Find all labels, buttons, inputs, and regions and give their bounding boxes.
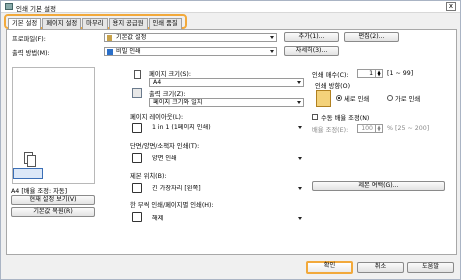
scale-range: % [25 ~ 200] xyxy=(387,125,430,132)
chevron-down-icon xyxy=(270,36,274,39)
title-bar: 인쇄 기본 설정 x xyxy=(1,1,460,13)
tab-basic-settings[interactable]: 기본 설정 xyxy=(8,18,42,29)
page-size-label: 페이지 크기(S): xyxy=(149,71,191,78)
view-settings-button[interactable]: 현재 설정 보기(V) xyxy=(11,195,95,205)
tab-finishing[interactable]: 마무리 xyxy=(82,18,108,29)
page-preview xyxy=(12,67,95,184)
duplex-icon xyxy=(132,153,142,163)
spinner-arrows-icon[interactable]: ▲ ▼ xyxy=(375,125,382,132)
output-size-icon xyxy=(132,88,142,98)
chevron-down-icon xyxy=(298,217,302,220)
layout-1in1-icon xyxy=(132,123,142,133)
binding-margin-button[interactable]: 제본 여백(G)... xyxy=(312,181,445,191)
scale-input[interactable]: 100 ▲ ▼ xyxy=(357,124,383,133)
page-layout-value: 1 in 1 (1페이지 인쇄) xyxy=(152,124,211,131)
collate-value: 해제 xyxy=(152,215,164,222)
tab-bar: 기본 설정 페이지 설정 마무리 용지 공급원 인쇄 품질 xyxy=(4,14,187,29)
add-profile-button[interactable]: 추가(1)... xyxy=(284,32,339,42)
output-size-label: 출력 크기(Z): xyxy=(149,91,186,98)
chevron-down-icon xyxy=(297,81,301,84)
output-size-select[interactable]: 페이지 크기와 일치 xyxy=(149,98,304,107)
output-size-value: 페이지 크기와 일치 xyxy=(153,99,203,106)
copies-value: 1 xyxy=(369,70,373,77)
spinner-arrows-icon[interactable]: ▲ ▼ xyxy=(375,70,382,77)
page-size-icon xyxy=(134,70,141,79)
landscape-label: 가로 인쇄 xyxy=(395,96,421,103)
chevron-down-icon xyxy=(298,126,302,129)
print-preferences-window: 인쇄 기본 설정 x 기본 설정 페이지 설정 마무리 용지 공급원 인쇄 품질… xyxy=(0,0,461,280)
collate-select[interactable]: 해제 xyxy=(149,215,304,224)
profile-icon xyxy=(107,35,112,41)
scale-value: 100 xyxy=(361,125,373,132)
duplex-page-back-icon xyxy=(27,155,36,167)
profile-label: 프로파일(F): xyxy=(12,36,46,43)
help-button[interactable]: 도움말 xyxy=(407,262,454,273)
duplex-label: 단면/양면/소책자 인쇄(T): xyxy=(130,143,200,150)
binding-value: 긴 가장자리 [왼쪽] xyxy=(152,185,201,192)
landscape-radio[interactable] xyxy=(387,95,393,101)
preview-caption: A4 [배율 조정: 자동] xyxy=(11,188,68,195)
tab-page-setup[interactable]: 페이지 설정 xyxy=(42,18,82,29)
chevron-down-icon xyxy=(297,101,301,104)
chevron-down-icon xyxy=(270,50,274,53)
output-details-button[interactable]: 자세히(3)... xyxy=(284,46,339,56)
binding-location-label: 제본 위치(B): xyxy=(130,173,167,180)
tab-paper-source[interactable]: 용지 공급원 xyxy=(108,18,148,29)
output-method-label: 출력 방법(M): xyxy=(12,50,50,57)
scale-label: 배율 조정(E): xyxy=(312,127,349,134)
page-layout-select[interactable]: 1 in 1 (1페이지 인쇄) xyxy=(149,124,304,133)
cancel-button[interactable]: 취소 xyxy=(357,262,404,273)
copies-input[interactable]: 1 ▲ ▼ xyxy=(357,69,383,78)
tab-print-quality[interactable]: 인쇄 품질 xyxy=(148,18,182,29)
collate-label: 한 부씩 인쇄/페이지별 인쇄(H): xyxy=(130,202,214,209)
close-icon[interactable]: x xyxy=(446,2,456,11)
duplex-value: 양면 인쇄 xyxy=(152,155,177,162)
manual-scaling-label: 수동 배율 조정(N) xyxy=(321,115,370,122)
profile-value: 기본값 설정 xyxy=(116,34,147,41)
restore-defaults-button[interactable]: 기본값 복원(R) xyxy=(11,207,95,217)
binding-indicator xyxy=(13,168,43,179)
profile-select[interactable]: 기본값 설정 xyxy=(104,33,277,42)
printer-icon xyxy=(5,3,13,10)
chevron-down-icon xyxy=(298,157,302,160)
binding-select[interactable]: 긴 가장자리 [왼쪽] xyxy=(149,185,304,194)
binding-icon xyxy=(132,183,142,193)
orientation-label: 인쇄 방향(O) xyxy=(315,83,351,90)
copies-label: 인쇄 매수(C): xyxy=(312,72,349,79)
ok-button[interactable]: 확인 xyxy=(306,261,353,274)
portrait-radio[interactable] xyxy=(336,95,342,101)
confidential-print-icon xyxy=(107,49,113,55)
page-layout-label: 페이지 레이아웃(L): xyxy=(130,114,184,121)
copies-range: [1 ~ 99] xyxy=(387,70,414,77)
duplex-select[interactable]: 양면 인쇄 xyxy=(149,155,304,164)
collate-icon xyxy=(132,212,142,222)
portrait-a-icon xyxy=(316,90,331,107)
page-size-select[interactable]: A4 xyxy=(149,78,304,87)
manual-scaling-checkbox[interactable] xyxy=(312,114,318,120)
portrait-label: 세로 인쇄 xyxy=(344,96,370,103)
output-method-select[interactable]: 비밀 인쇄 xyxy=(104,47,277,56)
window-title: 인쇄 기본 설정 xyxy=(16,5,57,13)
page-size-value: A4 xyxy=(153,79,162,86)
edit-profile-button[interactable]: 편집(2)... xyxy=(344,32,399,42)
chevron-down-icon xyxy=(298,187,302,190)
